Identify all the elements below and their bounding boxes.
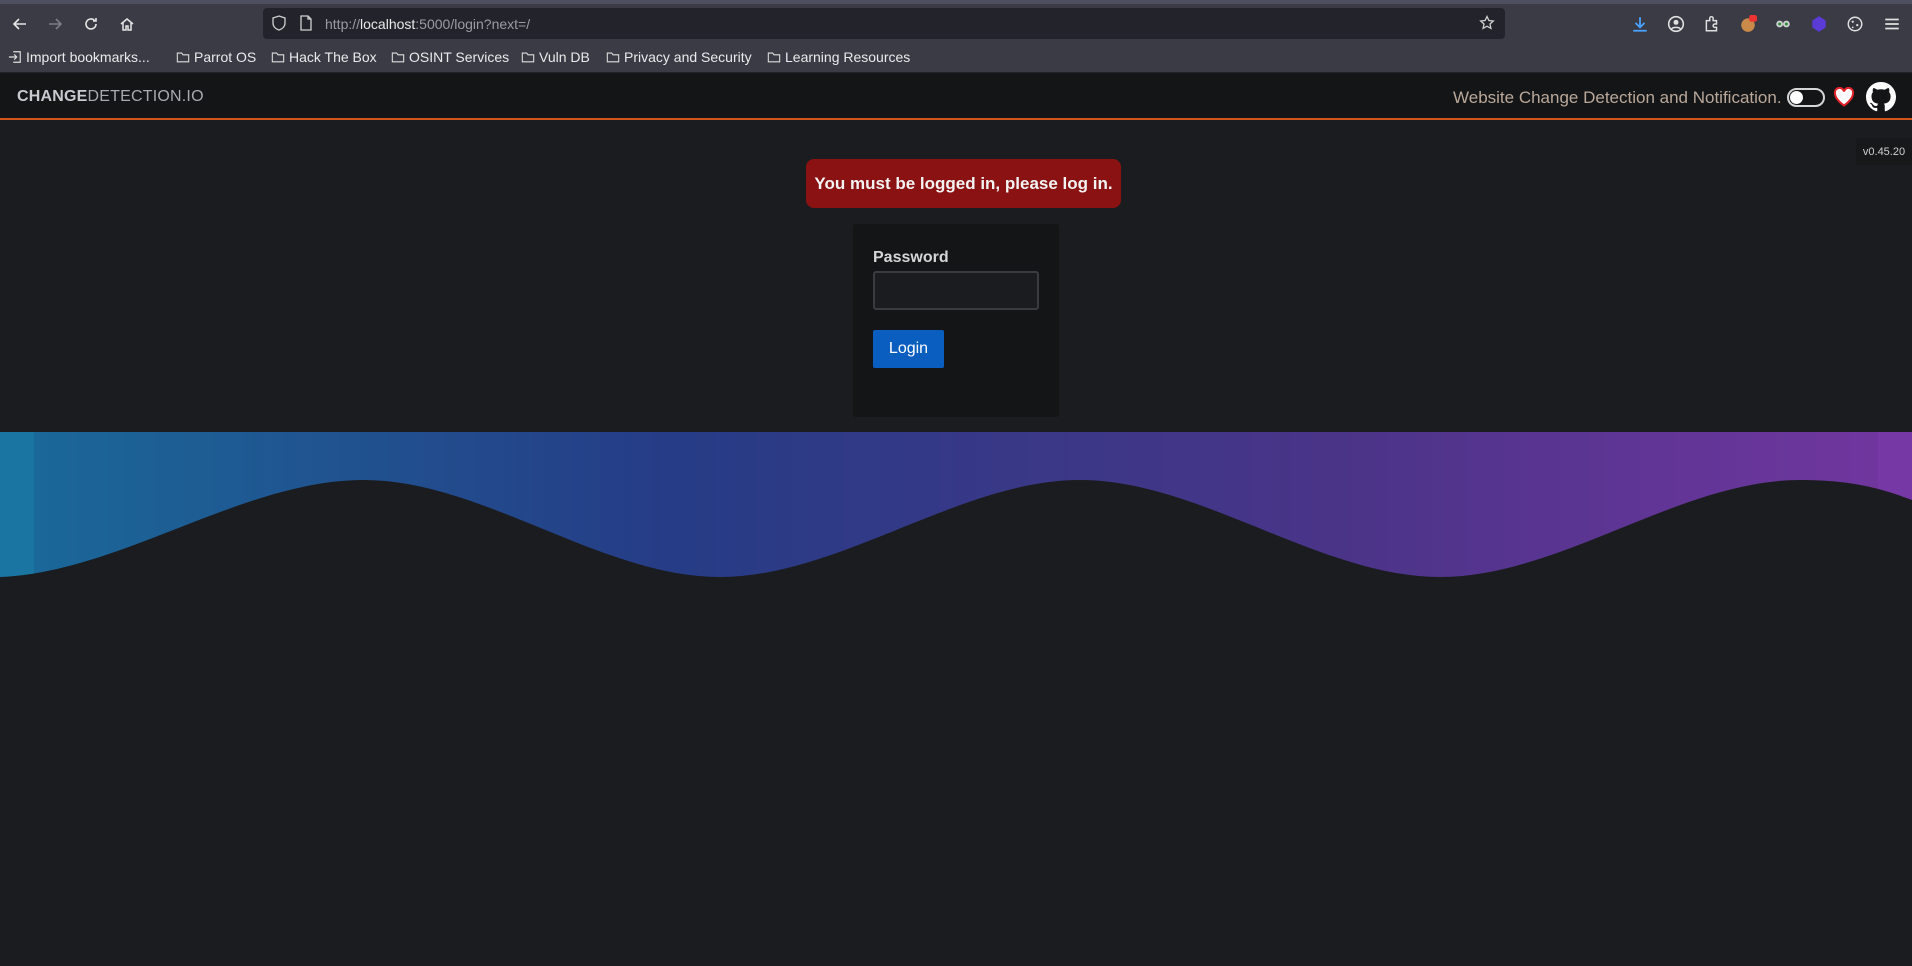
folder-icon xyxy=(271,52,285,63)
import-icon xyxy=(8,51,21,63)
login-form: Password Login xyxy=(853,224,1059,417)
version-badge: v0.45.20 xyxy=(1856,138,1912,165)
bookmark-label: Vuln DB xyxy=(539,49,590,65)
bookmark-osint-services[interactable]: OSINT Services xyxy=(391,49,509,65)
bookmark-label: OSINT Services xyxy=(409,49,510,65)
url-text[interactable]: http://localhost:5000/login?next=/ xyxy=(325,16,530,32)
bookmark-label: Import bookmarks... xyxy=(26,49,150,65)
bookmark-hack-the-box[interactable]: Hack The Box xyxy=(271,49,377,65)
reload-button[interactable] xyxy=(79,12,103,36)
bookmark-label: Parrot OS xyxy=(194,49,257,65)
mask-extension-icon[interactable] xyxy=(1773,14,1793,34)
bookmark-learning-resources[interactable]: Learning Resources xyxy=(767,49,910,65)
page-icon[interactable] xyxy=(298,15,314,31)
browser-toolbar: http://localhost:5000/login?next=/ xyxy=(0,0,1912,43)
url-host: localhost xyxy=(360,16,416,32)
cube-extension-icon[interactable] xyxy=(1809,14,1829,34)
bookmark-label: Privacy and Security xyxy=(624,49,752,65)
folder-icon xyxy=(391,52,405,63)
forward-button[interactable] xyxy=(43,12,67,36)
shield-icon[interactable] xyxy=(271,15,287,31)
cookie-extension-icon[interactable] xyxy=(1738,14,1758,34)
app-header: CHANGEDETECTION.IO Website Change Detect… xyxy=(0,73,1912,120)
brand-rest: DETECTION.IO xyxy=(87,88,204,105)
bookmark-vuln-db[interactable]: Vuln DB xyxy=(521,49,590,65)
menu-icon[interactable] xyxy=(1882,14,1902,34)
theme-toggle[interactable] xyxy=(1787,88,1825,107)
folder-icon xyxy=(767,52,781,63)
bookmark-parrot-os[interactable]: Parrot OS xyxy=(176,49,256,65)
github-icon[interactable] xyxy=(1866,82,1896,112)
extensions-icon[interactable] xyxy=(1702,14,1722,34)
folder-icon xyxy=(521,52,535,63)
password-label: Password xyxy=(873,249,949,266)
url-path: :5000/login?next=/ xyxy=(415,16,531,32)
brand-bold: CHANGE xyxy=(17,88,88,105)
password-input[interactable] xyxy=(873,271,1039,310)
reload-icon xyxy=(85,18,97,30)
cookie-icon[interactable] xyxy=(1845,14,1865,34)
login-button[interactable]: Login xyxy=(873,330,944,368)
bookmark-star-icon[interactable] xyxy=(1479,15,1495,31)
home-button[interactable] xyxy=(115,12,139,36)
sun-icon xyxy=(1790,91,1803,104)
decorative-wave xyxy=(0,432,1912,582)
folder-icon xyxy=(176,52,190,63)
folder-icon xyxy=(606,52,620,63)
flash-message: You must be logged in, please log in. xyxy=(806,159,1121,208)
bookmark-label: Learning Resources xyxy=(785,49,911,65)
url-bar[interactable]: http://localhost:5000/login?next=/ xyxy=(263,8,1505,39)
bookmarks-bar: Import bookmarks... Parrot OS Hack The B… xyxy=(0,43,1912,73)
brand-logo[interactable]: CHANGEDETECTION.IO xyxy=(17,88,204,106)
bookmark-label: Hack The Box xyxy=(289,49,377,65)
home-icon xyxy=(120,18,134,31)
back-button[interactable] xyxy=(8,12,32,36)
url-scheme: http:// xyxy=(325,16,361,32)
bookmark-import[interactable]: Import bookmarks... xyxy=(8,49,150,65)
arrow-right-icon xyxy=(49,18,63,30)
bookmark-privacy-security[interactable]: Privacy and Security xyxy=(606,49,752,65)
tagline: Website Change Detection and Notificatio… xyxy=(1453,88,1782,107)
heart-icon[interactable] xyxy=(1833,87,1855,107)
downloads-icon[interactable] xyxy=(1630,14,1650,34)
account-icon[interactable] xyxy=(1666,14,1686,34)
arrow-left-icon xyxy=(12,18,26,30)
